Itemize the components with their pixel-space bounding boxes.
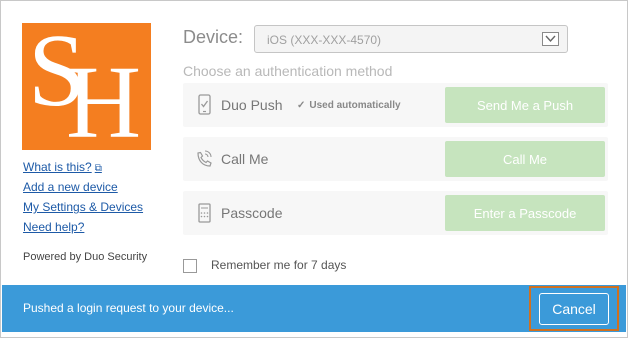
- device-select[interactable]: iOS (XXX-XXX-4570): [254, 25, 568, 53]
- device-label: Device:: [183, 27, 244, 47]
- method-passcode: Passcode Enter a Passcode: [183, 191, 608, 235]
- passcode-icon: [193, 201, 215, 225]
- used-automatically-label: Used automatically: [309, 100, 401, 111]
- duo-auth-frame: S H What is this? ⧉ Add a new device My S…: [0, 0, 628, 338]
- chevron-down-icon: [542, 32, 559, 46]
- university-logo: S H: [22, 23, 151, 150]
- method-label: Passcode: [221, 205, 283, 221]
- what-is-this-link[interactable]: What is this? ⧉: [23, 157, 143, 177]
- send-push-button[interactable]: Send Me a Push: [445, 87, 605, 123]
- device-select-value: iOS (XXX-XXX-4570): [267, 33, 382, 47]
- check-icon: ✓: [297, 100, 306, 111]
- phone-icon: [193, 93, 215, 117]
- method-label: Call Me: [221, 151, 269, 167]
- method-call-me: Call Me Call Me: [183, 137, 608, 181]
- choose-method-heading: Choose an authentication method: [183, 63, 393, 79]
- powered-by-text: Powered by Duo Security: [23, 251, 148, 263]
- call-me-button[interactable]: Call Me: [445, 141, 605, 177]
- used-automatically-note: ✓ Used automatically: [297, 100, 401, 111]
- what-is-this-label: What is this?: [23, 160, 92, 174]
- status-message: Pushed a login request to your device...: [23, 301, 234, 315]
- cancel-button[interactable]: Cancel: [539, 293, 609, 325]
- settings-link[interactable]: My Settings & Devices: [23, 197, 143, 217]
- phone-call-icon: [193, 147, 215, 171]
- external-link-icon: ⧉: [94, 163, 102, 174]
- add-device-link[interactable]: Add a new device: [23, 177, 143, 197]
- logo-letter-h: H: [66, 45, 142, 151]
- help-links: What is this? ⧉ Add a new device My Setti…: [23, 157, 143, 237]
- remember-me-label: Remember me for 7 days: [211, 258, 347, 272]
- method-duo-push: Duo Push ✓ Used automatically Send Me a P…: [183, 83, 608, 127]
- help-link[interactable]: Need help?: [23, 217, 143, 237]
- enter-passcode-button[interactable]: Enter a Passcode: [445, 195, 605, 231]
- method-label: Duo Push: [221, 97, 283, 113]
- remember-me-checkbox[interactable]: [183, 259, 197, 273]
